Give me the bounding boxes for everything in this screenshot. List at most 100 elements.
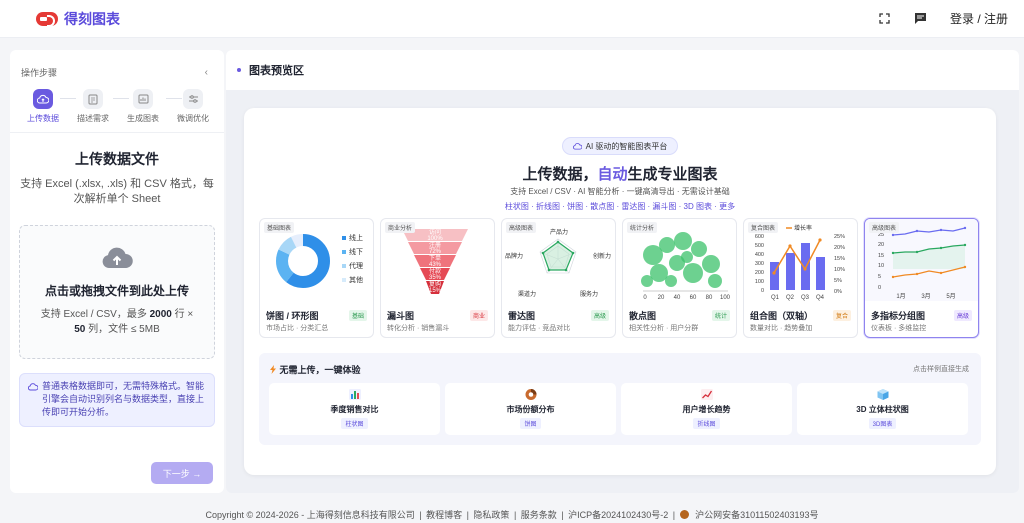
sample-quarterly-sales[interactable]: 季度销售对比 柱状图 [269, 383, 440, 435]
sample-3d-bar[interactable]: 3D 立体柱状图 3D图表 [797, 383, 968, 435]
card-name: 饼图 / 环形图 [266, 311, 319, 321]
cloud-icon [572, 143, 582, 150]
cube-icon [877, 389, 888, 400]
fullscreen-icon[interactable] [878, 12, 892, 26]
sample-name: 季度销售对比 [330, 405, 379, 414]
step-label: 微调优化 [177, 114, 209, 123]
app-name[interactable]: 得刻图表 [64, 9, 120, 29]
hero-title: 上传数据，自动生成专业图表 [522, 166, 718, 183]
file-dropzone[interactable]: 点击或拖拽文件到此处上传 支持 Excel / CSV，最多 2000 行 × … [19, 225, 215, 359]
chart-card-radar[interactable]: 产品力 创新力 服务力 渠道力 品牌力 高级图表 雷达图 高级 能力评估 · 竞… [501, 218, 616, 338]
card-badge: 高级 [590, 310, 609, 321]
bar-chart-icon [348, 389, 361, 400]
svg-text:Q3: Q3 [801, 295, 810, 301]
topbar-actions: 登录 / 注册 [878, 10, 1008, 27]
sample-tag: 柱状图 [341, 418, 368, 429]
next-step-button[interactable]: 下一步 → [151, 462, 213, 484]
cloud-upload-icon [102, 247, 133, 268]
steps-panel: 操作步骤 ‹ 上传数据 描述需求 生成图表 微调优化 上传数据文件 支持 Exc… [10, 50, 224, 493]
sample-market-share[interactable]: 市场份额分布 饼图 [445, 383, 616, 435]
svg-text:15%: 15% [834, 256, 845, 262]
step-upload[interactable]: 上传数据 [18, 89, 68, 124]
chart-card-multi-metric[interactable]: 25 20 15 10 50 1月 3月 5月 高级图表 多指标分组图 高级 仪… [864, 218, 979, 338]
svg-text:复购: 复购 [429, 280, 441, 288]
ai-badge: AI 驱动的智能图表平台 [562, 137, 678, 155]
svg-text:访问: 访问 [429, 228, 441, 236]
svg-text:付款: 付款 [429, 267, 441, 275]
police-record-link[interactable]: 沪公网安备31011502403193号 [695, 510, 818, 520]
card-badge: 复合 [832, 310, 851, 321]
svg-text:20%: 20% [834, 245, 845, 251]
svg-text:15: 15 [878, 253, 884, 259]
svg-text:线下: 线下 [349, 247, 363, 256]
lightning-icon [270, 365, 276, 374]
svg-text:60: 60 [690, 295, 697, 301]
chart-card-funnel[interactable]: 访问 100% 注册 72% 下单 43% 付款 35% 复购 15% 商业分析 漏斗图 … [380, 218, 495, 338]
step-tune[interactable]: 微调优化 [168, 89, 218, 124]
card-tag: 统计分析 [627, 222, 658, 233]
sample-tag: 3D图表 [868, 418, 897, 429]
svg-text:35%: 35% [429, 275, 442, 281]
svg-text:25%: 25% [834, 234, 845, 240]
svg-text:10%: 10% [834, 267, 845, 273]
footer-link-terms[interactable]: 服务条款 [521, 510, 557, 520]
svg-text:400: 400 [755, 252, 764, 258]
card-description: 转化分析 · 销售漏斗 [387, 325, 450, 332]
card-badge: 统计 [711, 310, 730, 321]
svg-text:其他: 其他 [349, 275, 363, 284]
icp-link[interactable]: 沪ICP备2024102430号-2 [568, 510, 668, 520]
card-name: 多指标分组图 [871, 311, 926, 321]
preview-canvas: AI 驱动的智能图表平台 上传数据，自动生成专业图表 支持 Excel / CS… [244, 108, 996, 475]
sample-user-growth[interactable]: 用户增长趋势 折线图 [621, 383, 792, 435]
svg-text:增长率: 增长率 [794, 224, 812, 232]
chart-card-scatter[interactable]: 0 20 40 60 80 100 统计分析 散点图 统计 相关性分析 · 用户分群 [622, 218, 737, 338]
chart-card-pie[interactable]: 线上 线下 代理 其他 基础图表 饼图 / 环形图 基础 市场占比 · 分类汇总 [259, 218, 374, 338]
login-link[interactable]: 登录 / 注册 [950, 10, 1008, 27]
card-description: 仪表板 · 多维监控 [871, 325, 927, 332]
svg-text:1月: 1月 [896, 293, 905, 300]
svg-text:500: 500 [755, 243, 764, 249]
step-describe[interactable]: 描述需求 [68, 89, 118, 124]
sample-tag: 饼图 [520, 418, 541, 429]
sample-name: 市场份额分布 [506, 405, 555, 414]
card-tag: 复合图表 [748, 222, 779, 233]
svg-text:注册: 注册 [429, 241, 441, 249]
svg-text:0: 0 [761, 288, 764, 294]
svg-text:0: 0 [878, 285, 881, 291]
sample-name: 用户增长趋势 [682, 405, 731, 414]
chart-card-combo[interactable]: 增长率 600 500 400 300 200 100 0 25% 20% 15% 10%… [743, 218, 858, 338]
message-icon[interactable] [914, 12, 928, 26]
cloud-upload-icon [33, 89, 53, 109]
chart-icon [133, 89, 153, 109]
copyright-text: Copyright © 2024-2026 - 上海得刻信息科技有限公司 [205, 510, 415, 520]
card-tag: 高级图表 [869, 222, 900, 233]
svg-text:10: 10 [878, 263, 884, 269]
svg-text:43%: 43% [429, 262, 442, 268]
top-bar: 得刻图表 登录 / 注册 [0, 0, 1024, 38]
logo-icon [36, 11, 58, 27]
svg-text:15%: 15% [429, 288, 442, 294]
svg-text:代理: 代理 [349, 261, 363, 270]
card-description: 数量对比 · 趋势叠加 [750, 325, 813, 332]
svg-text:渠道力: 渠道力 [518, 290, 536, 298]
svg-text:5: 5 [878, 274, 881, 280]
steps-title: 操作步骤 [21, 68, 58, 78]
step-label: 上传数据 [27, 114, 59, 123]
step-indicator: 上传数据 描述需求 生成图表 微调优化 [10, 79, 224, 124]
card-tag: 高级图表 [506, 222, 537, 233]
chart-type-links[interactable]: 柱状图 · 折线图 · 饼图 · 散点图 · 雷达图 · 漏斗图 · 3D 图表… [244, 201, 996, 212]
svg-text:200: 200 [755, 270, 764, 276]
card-name: 组合图（双轴） [750, 311, 814, 321]
footer-link-blog[interactable]: 教程博客 [426, 510, 462, 520]
footer-link-privacy[interactable]: 隐私政策 [473, 510, 509, 520]
line-chart-icon [700, 389, 713, 400]
svg-text:80: 80 [706, 295, 713, 301]
upload-title: 上传数据文件 [75, 151, 159, 167]
collapse-icon[interactable]: ‹ [205, 67, 208, 78]
donut-icon [525, 389, 536, 400]
step-generate[interactable]: 生成图表 [118, 89, 168, 124]
svg-text:100: 100 [755, 279, 764, 285]
svg-text:5月: 5月 [946, 293, 955, 300]
quick-start-title: 无需上传，一键体验 [269, 363, 361, 376]
card-name: 雷达图 [508, 311, 536, 321]
